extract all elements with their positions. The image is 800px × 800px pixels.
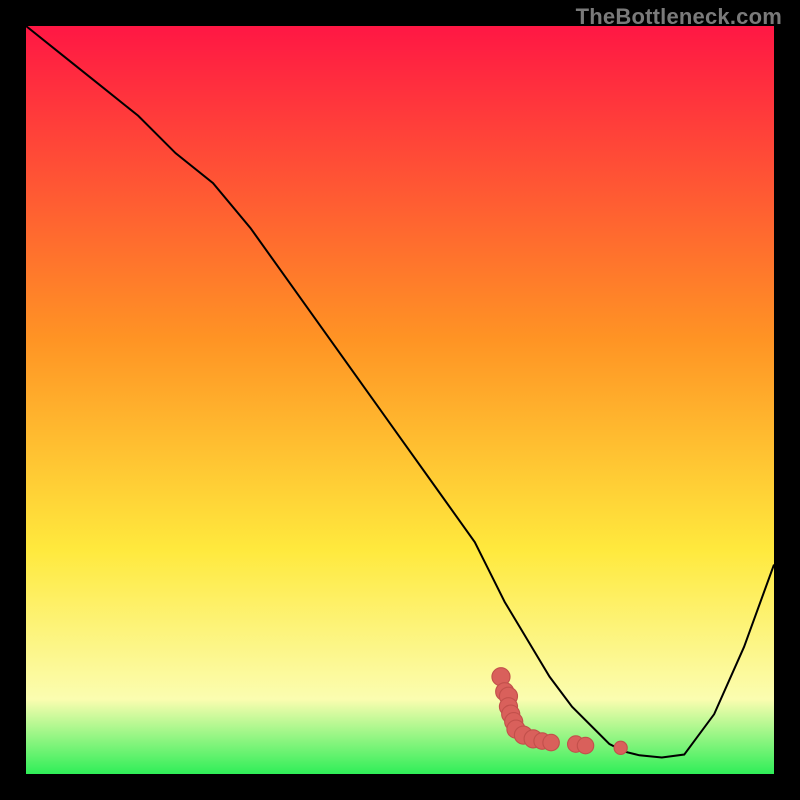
gradient-background xyxy=(26,26,774,774)
plot-area xyxy=(26,26,774,774)
curve-marker xyxy=(543,734,559,750)
curve-marker xyxy=(577,737,593,753)
watermark-text: TheBottleneck.com xyxy=(576,4,782,30)
curve-marker xyxy=(614,741,627,754)
bottleneck-chart xyxy=(26,26,774,774)
chart-frame: TheBottleneck.com xyxy=(0,0,800,800)
